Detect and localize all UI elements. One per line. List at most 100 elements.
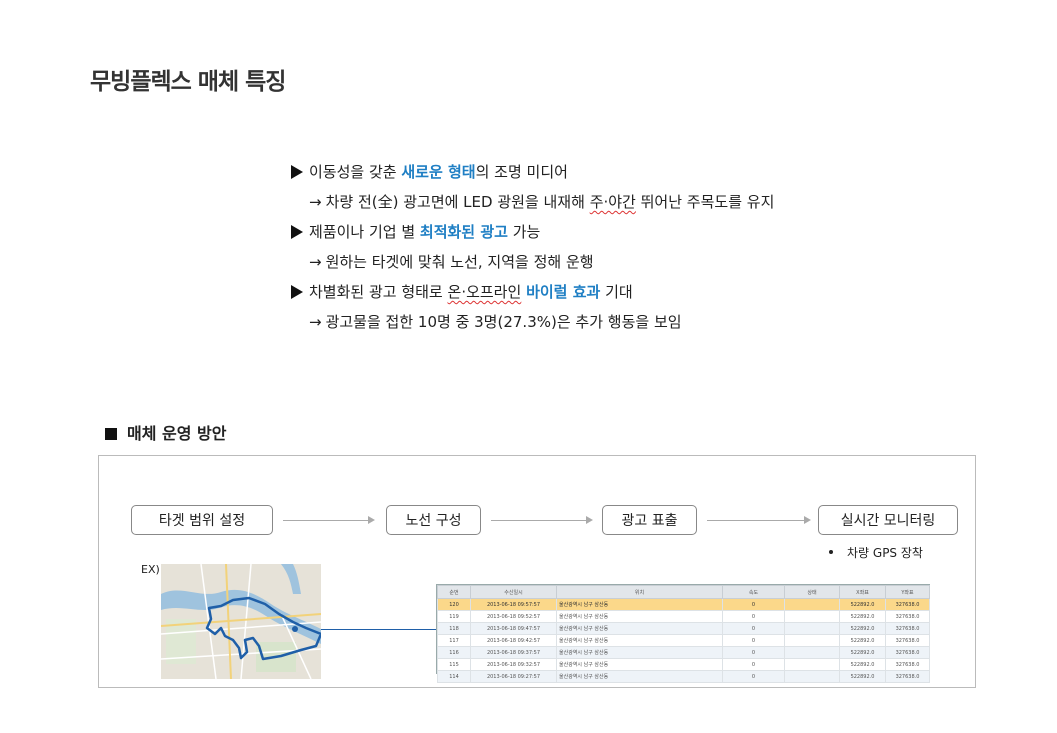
square-bullet-icon bbox=[105, 428, 117, 440]
detail-text: 뛰어난 주목도를 유지 bbox=[635, 193, 775, 211]
table-cell bbox=[784, 658, 840, 671]
table-cell: 114 bbox=[437, 670, 471, 683]
table-cell: 2013-06-18 09:27:57 bbox=[470, 670, 557, 683]
bullet-dot-icon bbox=[829, 550, 833, 554]
table-cell: 울산광역시 남구 삼산동 bbox=[556, 610, 723, 623]
table-cell: 2013-06-18 09:42:57 bbox=[470, 634, 557, 647]
table-cell: 2013-06-18 09:32:57 bbox=[470, 658, 557, 671]
table-cell: 522892.0 bbox=[839, 634, 886, 647]
table-cell: 119 bbox=[437, 610, 471, 623]
feature-detail-3: → 광고물을 접한 10명 중 3명(27.3%)은 추가 행동을 보임 bbox=[291, 310, 774, 340]
arrow-icon: → bbox=[309, 253, 322, 271]
table-cell: 116 bbox=[437, 646, 471, 659]
table-cell: 울산광역시 남구 삼산동 bbox=[556, 622, 723, 635]
table-cell bbox=[784, 610, 840, 623]
flow-arrow-icon bbox=[283, 516, 375, 524]
table-cell bbox=[784, 598, 840, 611]
feature-detail-2: → 원하는 타겟에 맞춰 노선, 지역을 정해 운행 bbox=[291, 250, 774, 280]
gps-log-table: 순번 수신일시 위치 속도 상태 X좌표 Y좌표 120 2013-06-18 0… bbox=[436, 584, 930, 683]
table-cell: 울산광역시 남구 삼산동 bbox=[556, 598, 723, 611]
example-label: EX) bbox=[141, 563, 160, 576]
table-cell: 0 bbox=[722, 598, 785, 611]
vehicle-marker-icon bbox=[292, 626, 298, 632]
bullet-text: 가능 bbox=[507, 223, 541, 241]
table-cell: 327638.0 bbox=[885, 670, 930, 683]
table-cell: 0 bbox=[722, 646, 785, 659]
table-row[interactable]: 120 2013-06-18 09:57:57 울산광역시 남구 삼산동 0 52289… bbox=[437, 598, 930, 611]
step-route-config: 노선 구성 bbox=[386, 505, 481, 535]
table-cell: 0 bbox=[722, 622, 785, 635]
table-row[interactable]: 115 2013-06-18 09:32:57 울산광역시 남구 삼산동 0 52289… bbox=[437, 658, 930, 671]
col-header[interactable]: 상태 bbox=[784, 585, 840, 599]
detail-text: 차량 전(全) 광고면에 LED 광원을 내재해 bbox=[325, 193, 590, 211]
table-row[interactable]: 119 2013-06-18 09:52:57 울산광역시 남구 삼산동 0 52289… bbox=[437, 610, 930, 623]
table-cell: 120 bbox=[437, 598, 471, 611]
arrow-icon: → bbox=[309, 313, 322, 331]
table-cell: 118 bbox=[437, 622, 471, 635]
detail-text: 광고물을 접한 10명 중 3명(27.3%)은 추가 행동을 보임 bbox=[325, 313, 682, 331]
table-cell: 117 bbox=[437, 634, 471, 647]
table-cell: 327638.0 bbox=[885, 598, 930, 611]
table-cell: 0 bbox=[722, 610, 785, 623]
table-cell bbox=[784, 622, 840, 635]
spellcheck-text: 온·오프라인 bbox=[447, 283, 522, 301]
col-header[interactable]: 위치 bbox=[556, 585, 723, 599]
connector-line bbox=[321, 629, 437, 630]
col-header[interactable]: Y좌표 bbox=[885, 585, 930, 599]
bullet-text: 기대 bbox=[600, 283, 633, 301]
table-row[interactable]: 114 2013-06-18 09:27:57 울산광역시 남구 삼산동 0 52289… bbox=[437, 670, 930, 683]
feature-bullet-2: 제품이나 기업 별 최적화된 광고 가능 bbox=[291, 220, 774, 250]
feature-list: 이동성을 갖춘 새로운 형태의 조명 미디어 → 차량 전(全) 광고면에 LED… bbox=[291, 160, 774, 340]
col-header[interactable]: X좌표 bbox=[839, 585, 886, 599]
section-heading: 매체 운영 방안 bbox=[105, 420, 226, 444]
highlight-text: 최적화된 광고 bbox=[419, 223, 508, 241]
table-cell: 115 bbox=[437, 658, 471, 671]
col-header[interactable]: 수신일시 bbox=[470, 585, 557, 599]
feature-bullet-1: 이동성을 갖춘 새로운 형태의 조명 미디어 bbox=[291, 160, 774, 190]
flow-arrow-icon bbox=[491, 516, 593, 524]
table-cell bbox=[784, 634, 840, 647]
gps-note: 차량 GPS 장착 bbox=[829, 544, 923, 561]
table-cell: 327638.0 bbox=[885, 646, 930, 659]
table-cell: 울산광역시 남구 삼산동 bbox=[556, 634, 723, 647]
triangle-bullet-icon bbox=[291, 285, 303, 299]
table-cell: 울산광역시 남구 삼산동 bbox=[556, 646, 723, 659]
table-header-row: 순번 수신일시 위치 속도 상태 X좌표 Y좌표 bbox=[437, 585, 930, 599]
triangle-bullet-icon bbox=[291, 225, 303, 239]
table-cell bbox=[784, 646, 840, 659]
bullet-text: 이동성을 갖춘 bbox=[309, 163, 402, 181]
table-cell: 2013-06-18 09:57:57 bbox=[470, 598, 557, 611]
table-cell: 522892.0 bbox=[839, 610, 886, 623]
table-cell: 327638.0 bbox=[885, 610, 930, 623]
table-row[interactable]: 117 2013-06-18 09:42:57 울산광역시 남구 삼산동 0 52289… bbox=[437, 634, 930, 647]
route-map-graphic bbox=[161, 564, 321, 679]
feature-detail-1: → 차량 전(全) 광고면에 LED 광원을 내재해 주·야간 뛰어난 주목도를 … bbox=[291, 190, 774, 220]
col-header[interactable]: 순번 bbox=[437, 585, 471, 599]
table-cell bbox=[784, 670, 840, 683]
gps-note-text: 차량 GPS 장착 bbox=[847, 546, 923, 560]
table-cell: 2013-06-18 09:52:57 bbox=[470, 610, 557, 623]
triangle-bullet-icon bbox=[291, 165, 303, 179]
highlight-text: 바이럴 효과 bbox=[526, 283, 601, 301]
table-cell: 327638.0 bbox=[885, 658, 930, 671]
table-cell: 522892.0 bbox=[839, 658, 886, 671]
bullet-text: 차별화된 광고 형태로 bbox=[309, 283, 448, 301]
table-cell: 울산광역시 남구 삼산동 bbox=[556, 658, 723, 671]
table-cell: 울산광역시 남구 삼산동 bbox=[556, 670, 723, 683]
table-cell: 522892.0 bbox=[839, 670, 886, 683]
operation-panel: 타겟 범위 설정 노선 구성 광고 표출 실시간 모니터링 차량 GPS 장착 … bbox=[98, 455, 976, 688]
route-map bbox=[161, 564, 321, 679]
step-ad-display: 광고 표출 bbox=[602, 505, 697, 535]
table-cell: 327638.0 bbox=[885, 634, 930, 647]
page-title: 무빙플렉스 매체 특징 bbox=[90, 69, 286, 95]
feature-bullet-3: 차별화된 광고 형태로 온·오프라인 바이럴 효과 기대 bbox=[291, 280, 774, 310]
step-target-range: 타겟 범위 설정 bbox=[131, 505, 273, 535]
table-cell: 522892.0 bbox=[839, 646, 886, 659]
table-row[interactable]: 116 2013-06-18 09:37:57 울산광역시 남구 삼산동 0 52289… bbox=[437, 646, 930, 659]
col-header[interactable]: 속도 bbox=[722, 585, 785, 599]
detail-text: 원하는 타겟에 맞춰 노선, 지역을 정해 운행 bbox=[325, 253, 594, 271]
table-row[interactable]: 118 2013-06-18 09:47:57 울산광역시 남구 삼산동 0 52289… bbox=[437, 622, 930, 635]
table-cell: 0 bbox=[722, 658, 785, 671]
step-realtime-monitoring: 실시간 모니터링 bbox=[818, 505, 958, 535]
arrow-icon: → bbox=[309, 193, 322, 211]
